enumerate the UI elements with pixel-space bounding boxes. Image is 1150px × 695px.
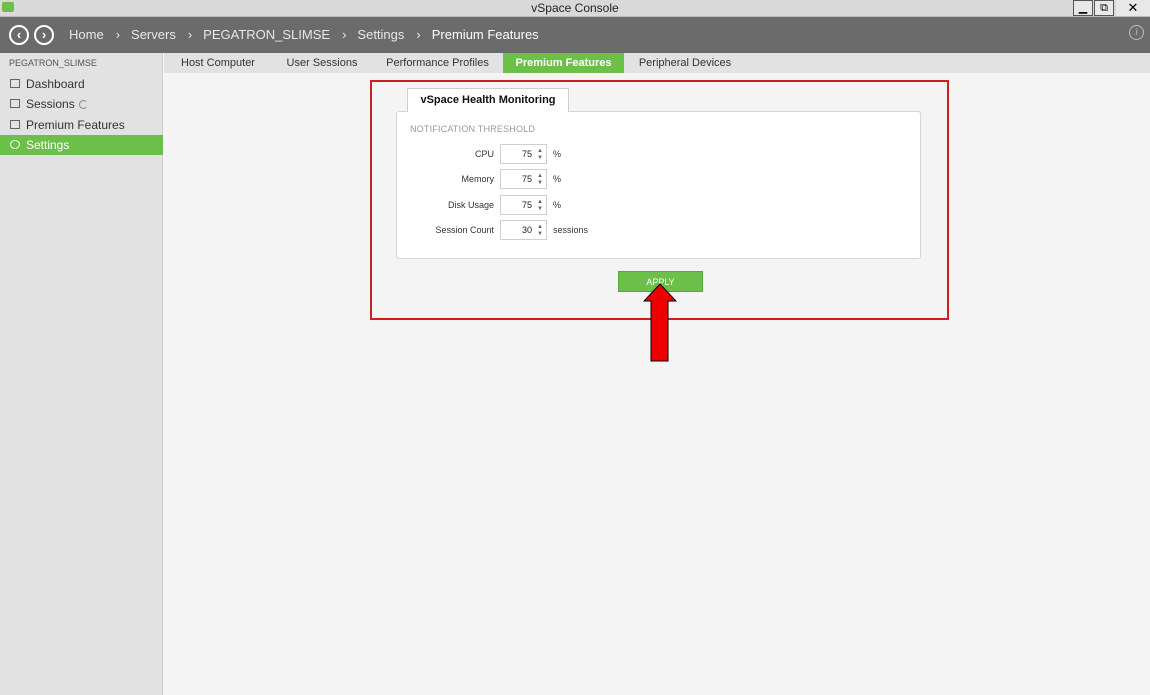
disk-usage-unit: % [553,200,562,210]
sidebar-item-sessions[interactable]: Sessions [0,94,163,114]
sidebar-item-settings[interactable]: Settings [0,135,163,155]
sidebar-item-label: Settings [26,138,70,152]
decrement-icon[interactable]: ▼ [537,206,543,212]
sidebar-item-label: Sessions [26,97,75,111]
decrement-icon[interactable]: ▼ [537,180,543,186]
breadcrumb-separator: › [416,27,421,42]
cpu-unit: % [553,149,562,159]
sidebar-item-label: Premium Features [26,118,125,132]
increment-icon[interactable]: ▲ [537,173,543,179]
dashboard-icon [10,79,20,88]
breadcrumb-separator: › [115,27,121,42]
section-label: NOTIFICATION THRESHOLD [410,124,536,134]
increment-icon[interactable]: ▲ [537,148,543,154]
settings-icon [10,140,20,149]
breadcrumb-servers[interactable]: Servers [131,27,176,42]
back-icon[interactable]: ‹ [9,25,29,45]
breadcrumb-separator: › [342,27,347,42]
sidebar-item-premium-features[interactable]: Premium Features [0,115,163,135]
tab-user-sessions[interactable]: User Sessions [272,53,372,73]
cpu-label: CPU [474,149,494,159]
session-count-label: Session Count [435,225,494,235]
cpu-threshold-value: 75 [521,149,532,159]
disk-usage-label: Disk Usage [447,200,494,210]
tab-peripheral-devices[interactable]: Peripheral Devices [624,53,746,73]
breadcrumb-premium-features: Premium Features [431,27,539,42]
increment-icon[interactable]: ▲ [537,224,543,230]
premium-features-icon [10,120,20,129]
close-button[interactable]: ✕ [1116,0,1150,16]
tab-premium-features[interactable]: Premium Features [503,53,624,73]
disk-usage-threshold-value: 75 [521,200,532,210]
tab-bar: Host Computer User Sessions Performance … [164,53,1150,73]
disk-usage-threshold-stepper[interactable]: 75 ▲ ▼ [500,195,547,215]
breadcrumb: Home › Servers › PEGATRON_SLIMSE › Settings › Pr… [69,27,539,42]
sidebar: PEGATRON_SLIMSE Dashboard Sessions Premi… [0,53,163,695]
arrow-shape [643,283,677,362]
forward-icon[interactable]: › [34,25,54,45]
maximize-button[interactable]: ⧉ [1094,0,1114,16]
breadcrumb-server[interactable]: PEGATRON_SLIMSE [203,27,330,42]
breadcrumb-home[interactable]: Home [69,27,104,42]
tab-host-computer[interactable]: Host Computer [164,53,272,73]
session-count-threshold-value: 30 [521,225,532,235]
session-count-unit: sessions [553,225,589,235]
increment-icon[interactable]: ▲ [537,199,543,205]
server-name: PEGATRON_SLIMSE [9,58,97,68]
decrement-icon[interactable]: ▼ [537,155,543,161]
cpu-threshold-stepper[interactable]: 75 ▲ ▼ [500,144,547,164]
memory-unit: % [553,174,562,184]
navigation-bar: ‹ › Home › Servers › PEGATRON_SLIMSE › Setting… [0,17,1150,53]
sessions-icon [10,99,20,108]
decrement-icon[interactable]: ▼ [537,231,543,237]
arrow-annotation-icon [643,283,677,362]
title-bar: vSpace Console ▁ ⧉ ✕ [0,0,1150,17]
memory-threshold-value: 75 [521,174,532,184]
sidebar-item-dashboard[interactable]: Dashboard [0,74,163,94]
tab-vspace-health-monitoring[interactable]: vSpace Health Monitoring [407,88,569,112]
breadcrumb-separator: › [187,27,193,42]
memory-label: Memory [461,174,494,184]
minimize-button[interactable]: ▁ [1073,0,1093,16]
sidebar-item-label: Dashboard [26,77,85,91]
memory-threshold-stepper[interactable]: 75 ▲ ▼ [500,169,547,189]
window-title: vSpace Console [531,1,619,15]
loading-icon [78,100,88,109]
session-count-threshold-stepper[interactable]: 30 ▲ ▼ [500,220,547,240]
breadcrumb-settings[interactable]: Settings [357,27,404,42]
info-icon[interactable]: i [1129,25,1144,40]
tab-performance-profiles[interactable]: Performance Profiles [372,53,503,73]
